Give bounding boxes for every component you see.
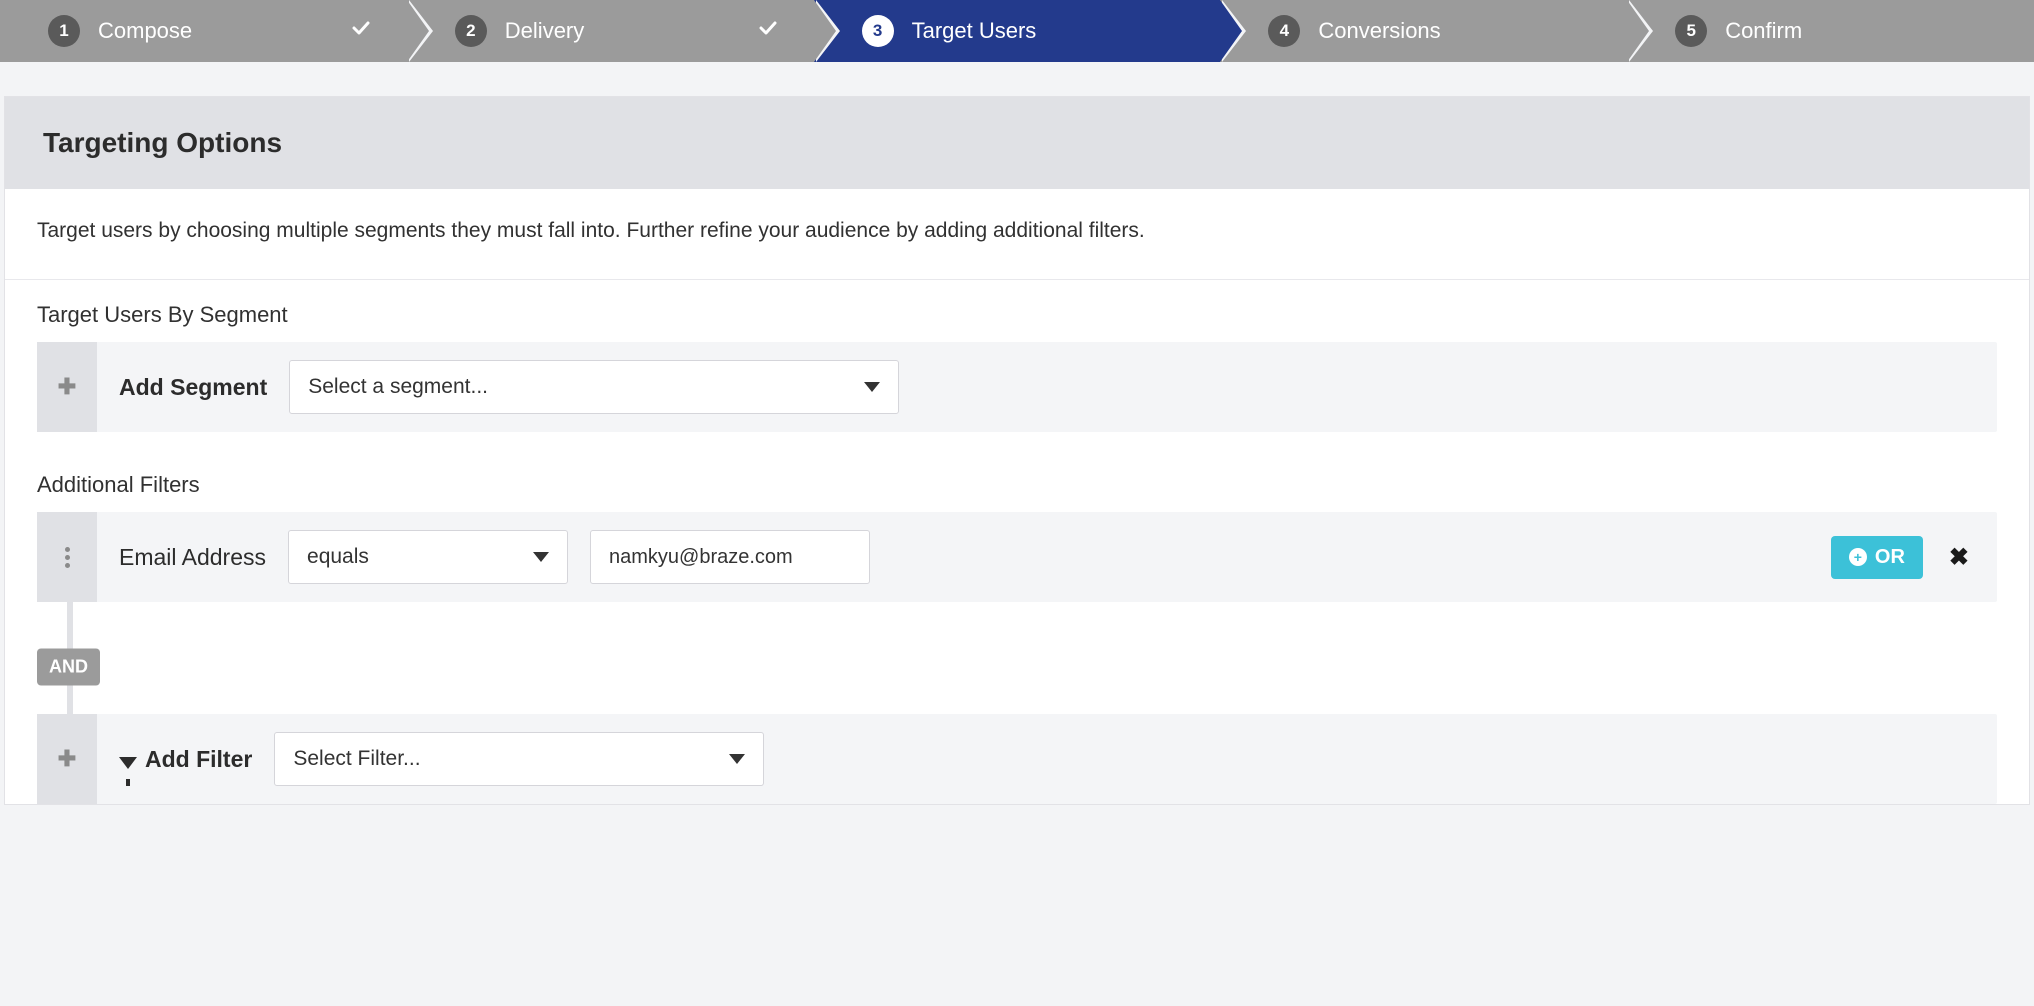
remove-filter-button[interactable]: ✖ (1949, 543, 1969, 572)
step-number-badge: 1 (48, 15, 80, 47)
caret-down-icon (533, 552, 549, 562)
add-filter-placeholder: Select Filter... (293, 747, 420, 771)
step-label: Target Users (912, 18, 1037, 44)
check-icon (758, 18, 778, 44)
drag-dot-icon (65, 547, 70, 552)
and-connector: AND (37, 620, 1997, 714)
step-label: Compose (98, 18, 192, 44)
filter-row: Email Address equals + OR ✖ (37, 512, 1997, 602)
step-number-badge: 3 (862, 15, 894, 47)
caret-down-icon (729, 754, 745, 764)
drag-dot-icon (65, 563, 70, 568)
add-filter-select[interactable]: Select Filter... (274, 732, 764, 786)
panel-title: Targeting Options (43, 127, 1991, 159)
add-filter-label: Add Filter (119, 746, 252, 773)
step-conversions[interactable]: 4 Conversions (1220, 0, 1627, 62)
step-label: Confirm (1725, 18, 1802, 44)
step-compose[interactable]: 1 Compose (0, 0, 407, 62)
plus-icon: ✚ (58, 748, 76, 770)
plus-icon: ✚ (58, 376, 76, 398)
add-segment-label: Add Segment (119, 374, 267, 401)
segment-select-placeholder: Select a segment... (308, 375, 488, 399)
panel-description: Target users by choosing multiple segmen… (5, 189, 2029, 280)
and-badge: AND (37, 649, 100, 686)
targeting-panel: Targeting Options Target users by choosi… (4, 96, 2030, 805)
step-confirm[interactable]: 5 Confirm (1627, 0, 2034, 62)
add-or-button[interactable]: + OR (1831, 536, 1923, 579)
filter-value-input[interactable] (590, 530, 870, 584)
filter-operator-value: equals (307, 545, 369, 569)
filter-attribute-label: Email Address (119, 544, 266, 571)
step-number-badge: 2 (455, 15, 487, 47)
close-icon: ✖ (1949, 544, 1969, 571)
step-label: Delivery (505, 18, 584, 44)
drag-dot-icon (65, 555, 70, 560)
section-title-filters: Additional Filters (5, 450, 2029, 512)
caret-down-icon (864, 382, 880, 392)
add-filter-label-text: Add Filter (145, 746, 252, 772)
check-icon (351, 18, 371, 44)
step-number-badge: 5 (1675, 15, 1707, 47)
section-title-segments: Target Users By Segment (5, 280, 2029, 342)
funnel-icon (119, 757, 137, 769)
add-segment-handle[interactable]: ✚ (37, 342, 97, 432)
filter-drag-handle[interactable] (37, 512, 97, 602)
wizard-stepper: 1 Compose 2 Delivery 3 Target Users 4 Co… (0, 0, 2034, 62)
step-delivery[interactable]: 2 Delivery (407, 0, 814, 62)
or-button-label: OR (1875, 546, 1905, 569)
step-number-badge: 4 (1268, 15, 1300, 47)
step-target-users[interactable]: 3 Target Users (814, 0, 1221, 62)
segment-select[interactable]: Select a segment... (289, 360, 899, 414)
panel-header: Targeting Options (5, 97, 2029, 189)
filter-operator-select[interactable]: equals (288, 530, 568, 584)
plus-circle-icon: + (1849, 548, 1867, 566)
step-label: Conversions (1318, 18, 1440, 44)
add-filter-row: ✚ Add Filter Select Filter... (37, 714, 1997, 804)
add-segment-row: ✚ Add Segment Select a segment... (37, 342, 1997, 432)
